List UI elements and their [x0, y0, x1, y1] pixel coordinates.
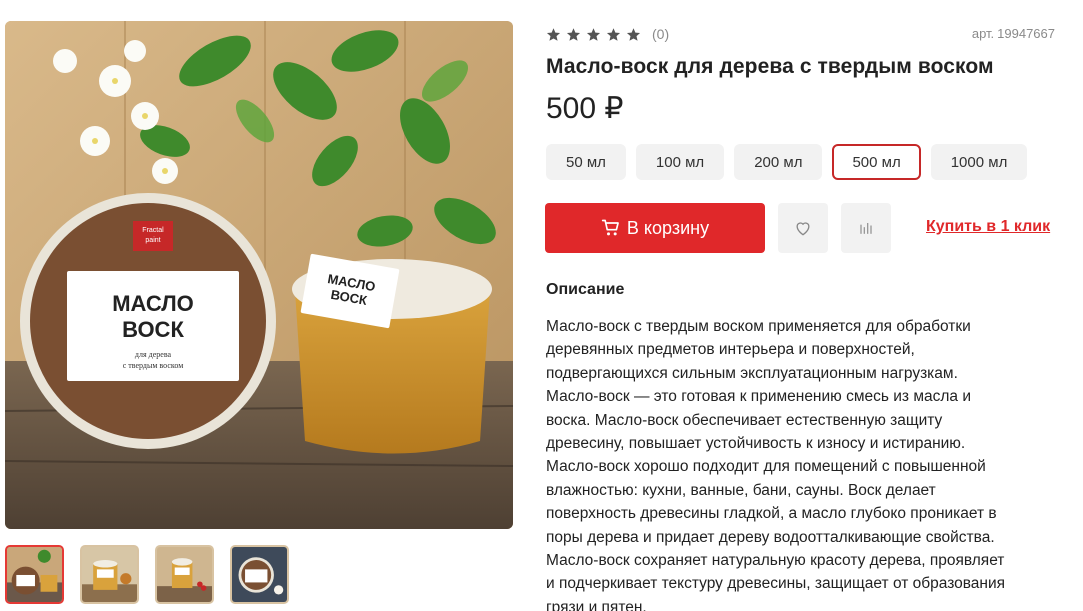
- description-heading: Описание: [546, 281, 625, 298]
- thumbnail-4[interactable]: [230, 545, 289, 604]
- jar-label-sub2: с твердым воском: [123, 361, 184, 370]
- cart-icon: [601, 219, 619, 236]
- buy-one-click-link[interactable]: Купить в 1 клик: [926, 218, 1050, 236]
- description-line: Масло-воск с твердым воском применяется …: [546, 318, 971, 335]
- volume-option[interactable]: 200 мл: [734, 144, 823, 180]
- star-icon: [606, 27, 621, 41]
- favorite-button[interactable]: [778, 203, 828, 253]
- thumbnail-3[interactable]: [155, 545, 214, 604]
- description-line: Масло-воск сохраняет натуральную красоту…: [546, 552, 1005, 570]
- thumbnail-2[interactable]: [80, 545, 139, 604]
- volume-option[interactable]: 500 мл: [832, 144, 921, 180]
- sku-value: 19947667: [997, 26, 1055, 41]
- description-line: поры дерева и придает дереву водоотталки…: [546, 528, 995, 546]
- star-icon: [566, 27, 581, 41]
- brand-label-line1: Fractal: [142, 227, 164, 234]
- thumbnail-1[interactable]: [5, 545, 64, 604]
- product-photo-illustration: Fractal paint МАСЛО ВОСК для дерева с тв…: [5, 21, 513, 529]
- description-line: Масло-воск — это готовая к применению см…: [546, 388, 971, 406]
- star-icon: [586, 27, 601, 41]
- product-title: Масло-воск для дерева с твердым воском: [546, 55, 994, 78]
- jar-label-line1: МАСЛО: [112, 291, 194, 316]
- product-price: 500 ₽: [546, 92, 624, 125]
- jar-label-line2: ВОСК: [122, 317, 184, 342]
- volume-option[interactable]: 100 мл: [635, 144, 725, 180]
- description-text: Масло-воск с твердым воском применяется …: [546, 315, 1056, 611]
- sku-label: арт.: [971, 26, 995, 41]
- rating-stars: [546, 27, 646, 42]
- heart-icon: [796, 222, 810, 236]
- rating[interactable]: (0): [546, 26, 669, 42]
- description-line: древесину, повышает устойчивость к износ…: [546, 435, 966, 453]
- volume-selector: 50 мл 100 мл 200 мл 500 мл 1000 мл: [546, 144, 1028, 180]
- description-line: влажностью: кухни, ванные, бани, сауны. …: [546, 481, 936, 499]
- jar-label-sub1: для дерева: [135, 350, 172, 359]
- brand-label-line2: paint: [145, 237, 160, 244]
- description-line: деревянных предметов интерьера и поверхн…: [546, 341, 915, 359]
- volume-option[interactable]: 50 мл: [546, 144, 626, 180]
- description-line: Масло-воск хорошо подходит для помещений…: [546, 458, 986, 476]
- main-product-photo[interactable]: Fractal paint МАСЛО ВОСК для дерева с тв…: [5, 21, 513, 529]
- add-to-cart-button[interactable]: В корзину: [545, 203, 765, 253]
- description-line: подвергающихся сильным эксплуатационным …: [546, 364, 958, 382]
- sku: арт. 19947667: [972, 26, 1055, 41]
- compare-icon: [860, 223, 872, 234]
- rating-count: (0): [652, 26, 670, 42]
- compare-button[interactable]: [841, 203, 891, 253]
- description-line: грязи и пятен.: [546, 598, 647, 611]
- description-line: поверхность древесины гладкой, а масло г…: [546, 505, 997, 523]
- thumbnail-strip: [5, 545, 289, 604]
- description-line: и подчеркивает текстуру древесины, защищ…: [546, 575, 1006, 593]
- star-icon: [626, 27, 641, 41]
- volume-option[interactable]: 1000 мл: [930, 144, 1028, 180]
- add-to-cart-label: В корзину: [626, 217, 710, 238]
- description-line: воска. Масло-воск обеспечивает естествен…: [546, 411, 943, 429]
- star-icon: [546, 27, 561, 41]
